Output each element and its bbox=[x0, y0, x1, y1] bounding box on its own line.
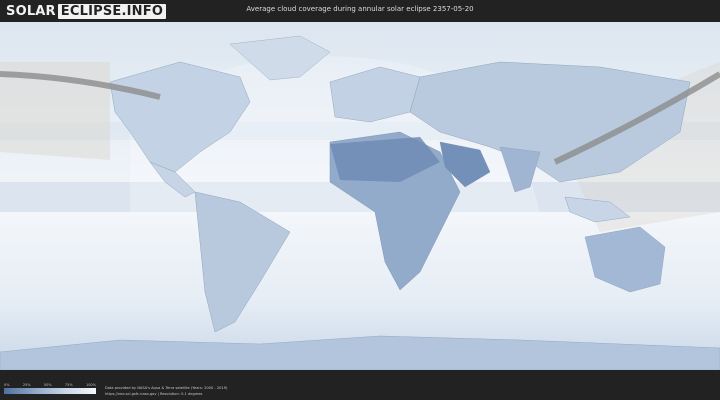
credits-line-url[interactable]: https://neo.sci.gsfc.nasa.gov | Resoluti… bbox=[105, 391, 227, 397]
site-logo[interactable]: SOLAR ECLIPSE.INFO bbox=[6, 3, 167, 19]
legend-tick: 50% bbox=[43, 383, 52, 387]
legend-tick: 100% bbox=[85, 383, 96, 387]
legend-color-bar bbox=[4, 388, 96, 394]
world-map-svg bbox=[0, 22, 720, 370]
cloud-coverage-map bbox=[0, 22, 720, 370]
data-credits: Data provided by NASA's Aqua & Terra sat… bbox=[105, 385, 227, 397]
legend-tick: 25% bbox=[22, 383, 31, 387]
logo-word-solar: SOLAR bbox=[6, 3, 56, 19]
footer-bar: 0% 25% 50% 75% 100% Data provided by NAS… bbox=[0, 370, 720, 400]
header-bar: SOLAR ECLIPSE.INFO Average cloud coverag… bbox=[0, 0, 720, 22]
page-title: Average cloud coverage during annular so… bbox=[246, 5, 474, 13]
cloud-coverage-legend: 0% 25% 50% 75% 100% bbox=[4, 382, 96, 394]
legend-tick: 75% bbox=[64, 383, 73, 387]
logo-word-eclipse-info: ECLIPSE.INFO bbox=[57, 3, 167, 19]
legend-tick: 0% bbox=[4, 383, 10, 387]
